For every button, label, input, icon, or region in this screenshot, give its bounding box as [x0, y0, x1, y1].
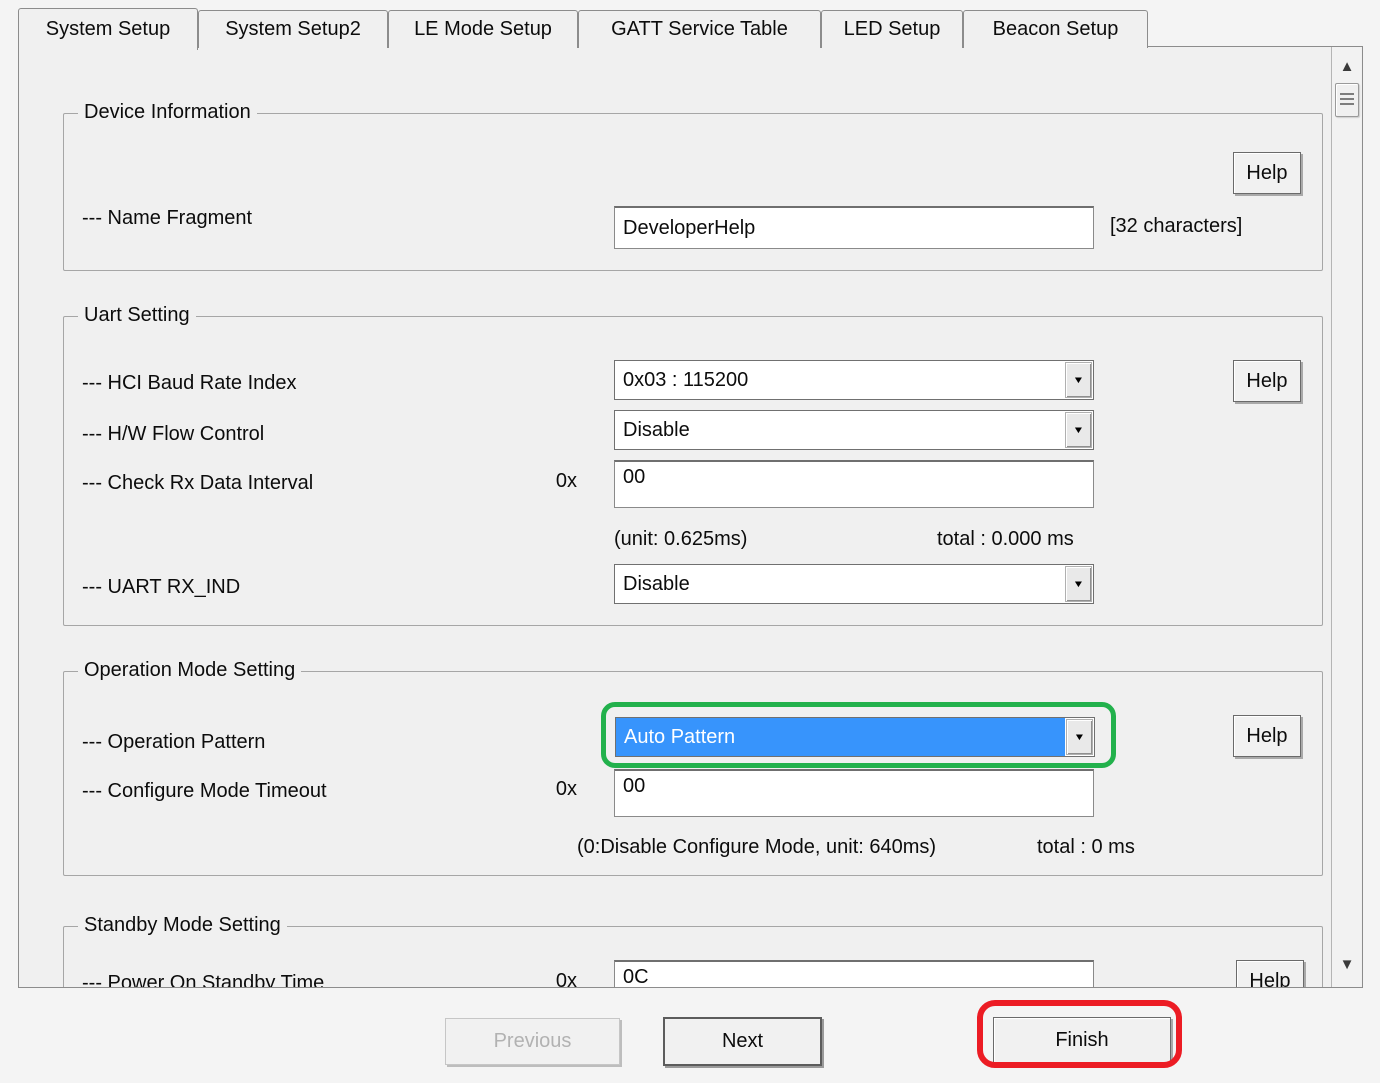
group-title: Operation Mode Setting [78, 659, 301, 682]
tab-le-mode-setup[interactable]: LE Mode Setup [388, 10, 578, 48]
uart-rx-ind-dropdown[interactable]: Disable ▼ [614, 564, 1094, 604]
dropdown-button[interactable]: ▼ [1065, 566, 1092, 602]
scroll-down-icon[interactable]: ▼ [1332, 953, 1362, 975]
operation-pattern-label: --- Operation Pattern [82, 730, 265, 754]
dropdown-button[interactable]: ▼ [1065, 362, 1092, 398]
tab-gatt-service-table[interactable]: GATT Service Table [578, 10, 821, 48]
scroll-up-icon[interactable]: ▲ [1332, 55, 1362, 77]
operation-mode-setting-group: Operation Mode Setting Help --- Operatio… [63, 671, 1323, 876]
power-on-standby-time-input[interactable]: 0C [614, 960, 1094, 988]
hw-flow-control-value: Disable [615, 411, 1064, 449]
hci-baud-rate-dropdown[interactable]: 0x03 : 115200 ▼ [614, 360, 1094, 400]
tab-bar: System Setup System Setup2 LE Mode Setup… [18, 8, 1148, 50]
hw-flow-control-dropdown[interactable]: Disable ▼ [614, 410, 1094, 450]
operation-pattern-value: Auto Pattern [616, 718, 1065, 756]
uart-rx-ind-label: --- UART RX_IND [82, 575, 240, 599]
tab-beacon-setup[interactable]: Beacon Setup [963, 10, 1148, 48]
operation-mode-help-button[interactable]: Help [1233, 715, 1301, 757]
group-title: Uart Setting [78, 304, 196, 327]
tab-led-setup[interactable]: LED Setup [821, 10, 963, 48]
standby-mode-help-button[interactable]: Help [1236, 960, 1304, 988]
group-title: Device Information [78, 101, 257, 124]
hci-baud-rate-value: 0x03 : 115200 [615, 361, 1064, 399]
uart-setting-help-button[interactable]: Help [1233, 360, 1301, 402]
name-fragment-hint: [32 characters] [1110, 214, 1242, 238]
check-rx-data-interval-input[interactable]: 00 [614, 460, 1094, 508]
operation-pattern-dropdown[interactable]: Auto Pattern ▼ [615, 717, 1095, 757]
hci-baud-rate-label: --- HCI Baud Rate Index [82, 371, 297, 395]
name-fragment-input[interactable] [614, 206, 1094, 249]
uart-setting-group: Uart Setting Help --- HCI Baud Rate Inde… [63, 316, 1323, 626]
vertical-scrollbar[interactable]: ▲ ▼ [1331, 47, 1361, 987]
tab-system-setup[interactable]: System Setup [18, 8, 198, 50]
previous-button: Previous [445, 1018, 620, 1065]
thumb-grip-icon [1340, 93, 1354, 107]
configure-mode-note: (0:Disable Configure Mode, unit: 640ms) [577, 835, 936, 859]
config-window: System Setup System Setup2 LE Mode Setup… [0, 0, 1380, 1083]
power-on-standby-time-label: --- Power On Standby Time [82, 971, 324, 988]
name-fragment-label: --- Name Fragment [82, 206, 252, 230]
chevron-down-icon: ▼ [1073, 375, 1085, 385]
system-setup-page: Device Information Help --- Name Fragmen… [18, 46, 1363, 988]
chevron-down-icon: ▼ [1073, 579, 1085, 589]
configure-mode-total-note: total : 0 ms [1037, 835, 1135, 859]
next-button[interactable]: Next [663, 1017, 822, 1066]
check-rx-data-interval-label: --- Check Rx Data Interval [82, 471, 313, 495]
hex-prefix: 0x [547, 969, 577, 988]
scrollbar-thumb[interactable] [1335, 83, 1359, 117]
finish-button[interactable]: Finish [993, 1017, 1171, 1063]
hex-prefix: 0x [547, 777, 577, 801]
check-rx-unit-note: (unit: 0.625ms) [614, 527, 747, 551]
dropdown-button[interactable]: ▼ [1065, 412, 1092, 448]
tab-system-setup2[interactable]: System Setup2 [198, 10, 388, 48]
group-title: Standby Mode Setting [78, 914, 287, 937]
standby-mode-setting-group: Standby Mode Setting --- Power On Standb… [63, 926, 1323, 988]
chevron-down-icon: ▼ [1073, 425, 1085, 435]
configure-mode-timeout-input[interactable]: 00 [614, 769, 1094, 817]
check-rx-total-note: total : 0.000 ms [937, 527, 1074, 551]
configure-mode-timeout-label: --- Configure Mode Timeout [82, 779, 327, 803]
device-information-group: Device Information Help --- Name Fragmen… [63, 113, 1323, 271]
uart-rx-ind-value: Disable [615, 565, 1064, 603]
chevron-down-icon: ▼ [1074, 732, 1086, 742]
dropdown-button[interactable]: ▼ [1066, 719, 1093, 755]
hex-prefix: 0x [547, 469, 577, 493]
device-information-help-button[interactable]: Help [1233, 152, 1301, 194]
hw-flow-control-label: --- H/W Flow Control [82, 422, 264, 446]
